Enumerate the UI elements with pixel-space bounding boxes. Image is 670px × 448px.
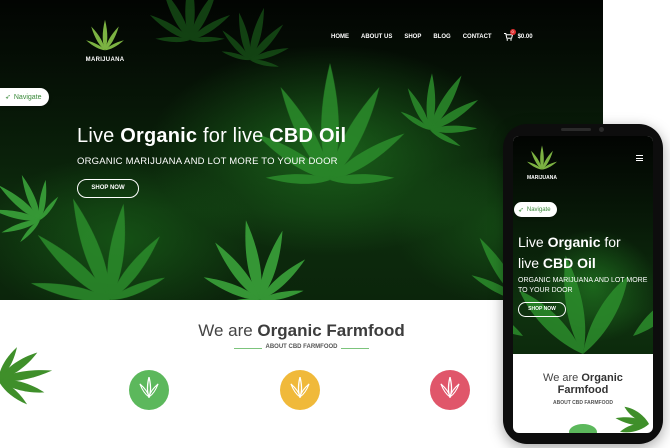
mobile-brand-logo[interactable]: MARIJUANA <box>525 144 559 181</box>
divider <box>341 348 369 349</box>
navigate-label: Navigate <box>13 93 42 101</box>
feature-badge-green <box>129 370 169 410</box>
phone-screen: MARIJUANA Live Organic for live CBD Oil O… <box>513 136 653 433</box>
feature-badge-pink <box>430 370 470 410</box>
hero-subheading: ORGANIC MARIJUANA AND LOT MORE TO YOUR D… <box>77 156 338 167</box>
phone-speaker <box>561 128 591 131</box>
mobile-navigate-button[interactable]: ➶ Navigate <box>514 202 557 217</box>
mobile-feature-badge-green <box>569 424 597 433</box>
mobile-brand-name: MARIJUANA <box>527 175 557 181</box>
brand-name: MARIJUANA <box>85 57 125 63</box>
cannabis-leaf-logo-icon <box>526 145 558 170</box>
cannabis-leaf-logo-icon <box>86 19 124 51</box>
nav-item-blog[interactable]: BLOG <box>433 34 450 40</box>
cart-button[interactable]: 0 $0.00 <box>503 29 533 41</box>
paper-plane-icon: ➶ <box>518 206 524 214</box>
nav-item-shop[interactable]: SHOP <box>404 34 421 40</box>
phone-mockup: MARIJUANA Live Organic for live CBD Oil O… <box>503 124 663 444</box>
mobile-shop-now-button[interactable]: SHOP NOW <box>518 302 566 317</box>
decorative-leaf-icon <box>0 347 53 405</box>
nav-item-contact[interactable]: CONTACT <box>463 34 492 40</box>
brand-logo[interactable]: MARIJUANA <box>84 18 126 63</box>
leaf-icon <box>440 376 460 398</box>
nav-item-home[interactable]: HOME <box>331 34 349 40</box>
decorative-leaf-icon <box>615 406 649 433</box>
mobile-hero-section: MARIJUANA Live Organic for live CBD Oil O… <box>513 136 653 354</box>
shop-now-button[interactable]: SHOP NOW <box>77 179 139 198</box>
phone-camera <box>599 127 604 132</box>
nav-item-about-us[interactable]: ABOUT US <box>361 34 392 40</box>
hero-headline: Live Organic for live CBD Oil <box>77 125 347 147</box>
mobile-about-title: We are Organic Farmfood <box>543 372 623 396</box>
cart-count-badge: 0 <box>509 29 516 35</box>
paper-plane-icon: ➶ <box>5 94 11 101</box>
mobile-navigate-label: Navigate <box>526 206 551 213</box>
feature-badge-yellow <box>280 370 320 410</box>
cart-total: $0.00 <box>517 34 533 40</box>
mobile-hero-headline: Live Organic for live CBD Oil <box>518 234 621 271</box>
leaf-icon <box>139 376 159 398</box>
hamburger-menu-icon[interactable] <box>636 155 643 163</box>
navigate-button[interactable]: ➶ Navigate <box>0 88 49 106</box>
mobile-hero-subheading: ORGANIC MARIJUANA AND LOT MORE TO YOUR D… <box>518 277 648 294</box>
leaf-icon <box>290 376 310 398</box>
main-nav: HOME ABOUT US SHOP BLOG CONTACT 0 $0.00 <box>331 29 533 41</box>
